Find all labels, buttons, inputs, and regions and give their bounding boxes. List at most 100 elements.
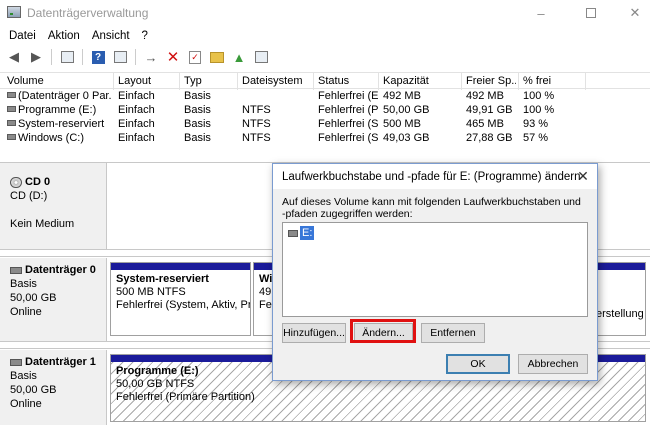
disk-name: Datenträger 0	[25, 264, 96, 276]
cell-prozent-frei: 100 %	[523, 104, 555, 116]
cell-freier-speicher: 465 MB	[466, 118, 504, 130]
title-bar: Datenträgerverwaltung – ✕	[0, 0, 650, 26]
properties-panel-icon[interactable]	[110, 47, 130, 67]
partition-status-tail: erstellung	[596, 308, 644, 320]
settings-icon[interactable]	[251, 47, 271, 67]
partition-title: System-reserviert	[116, 273, 209, 285]
back-arrow-icon[interactable]: ◀	[4, 47, 24, 67]
toolbar-separator	[135, 49, 136, 65]
maximize-button[interactable]	[568, 0, 614, 26]
menu-aktion[interactable]: Aktion	[43, 30, 85, 42]
drive-letter-list[interactable]: E:	[282, 222, 588, 317]
volume-list: Volume Layout Typ Dateisystem Status Kap…	[0, 72, 650, 145]
hard-disk-icon	[10, 266, 22, 274]
cell-dateisystem: NTFS	[242, 104, 271, 116]
dialog-close-button[interactable]: ✕	[575, 168, 591, 184]
disk-drive: CD (D:)	[10, 190, 48, 202]
table-row[interactable]: System-reserviert Einfach Basis NTFS Feh…	[0, 117, 650, 131]
cell-typ: Basis	[184, 90, 211, 102]
close-button[interactable]: ✕	[612, 0, 650, 26]
change-drive-letter-dialog: Laufwerkbuchstabe und -pfade für E: (Pro…	[272, 163, 598, 381]
toolbar: ◀ ▶ ? → ✕ ✓ ▲	[0, 46, 650, 68]
cell-status: Fehlerfrei (S...	[318, 132, 378, 144]
cell-layout: Einfach	[118, 90, 155, 102]
list-item[interactable]: E:	[288, 226, 315, 240]
partition-system-reserviert[interactable]: System-reserviert 500 MB NTFS Fehlerfrei…	[110, 262, 251, 336]
table-row[interactable]: Windows (C:) Einfach Basis NTFS Fehlerfr…	[0, 131, 650, 145]
cell-prozent-frei: 57 %	[523, 132, 549, 144]
cell-freier-speicher: 27,88 GB	[466, 132, 513, 144]
cell-status: Fehlerfrei (S...	[318, 118, 378, 130]
volume-list-header: Volume Layout Typ Dateisystem Status Kap…	[0, 72, 650, 90]
volume-icon	[7, 106, 16, 112]
disk-label-cd0[interactable]: CD 0 CD (D:) Kein Medium	[0, 163, 107, 249]
cancel-button[interactable]: Abbrechen	[518, 354, 588, 374]
properties-icon[interactable]	[57, 47, 77, 67]
col-prozent-frei[interactable]: % frei	[523, 75, 583, 87]
drive-icon	[288, 229, 298, 237]
col-volume[interactable]: Volume	[7, 75, 111, 87]
cell-typ: Basis	[184, 104, 211, 116]
remove-button[interactable]: Entfernen	[421, 323, 485, 343]
folder-up-icon[interactable]	[207, 47, 227, 67]
help-icon[interactable]: ?	[88, 47, 108, 67]
disk-name: Datenträger 1	[25, 356, 96, 368]
up-arrow-icon[interactable]: ▲	[229, 47, 249, 67]
cell-freier-speicher: 49,91 GB	[466, 104, 513, 116]
table-row[interactable]: (Datenträger 0 Par... Einfach Basis Fehl…	[0, 89, 650, 103]
partition-status: Fehlerfrei (System, Aktiv, Pri	[116, 299, 251, 311]
disk-label-disk1[interactable]: Datenträger 1 Basis 50,00 GB Online	[0, 350, 107, 425]
disk-state: Online	[10, 398, 42, 410]
dialog-title-bar[interactable]: Laufwerkbuchstabe und -pfade für E: (Pro…	[273, 164, 597, 189]
disk-type: Basis	[10, 278, 37, 290]
partition-size: 500 MB NTFS	[116, 286, 186, 298]
forward-arrow-icon[interactable]: ▶	[26, 47, 46, 67]
disk-size: 50,00 GB	[10, 384, 57, 396]
dialog-title: Laufwerkbuchstabe und -pfade für E: (Pro…	[282, 171, 581, 183]
connect-icon[interactable]: →	[141, 47, 161, 67]
partition-bar	[111, 263, 250, 270]
cell-layout: Einfach	[118, 132, 155, 144]
volume-icon	[7, 92, 16, 98]
disk-management-icon	[7, 6, 21, 18]
cell-volume: Windows (C:)	[18, 132, 85, 144]
cell-status: Fehlerfrei (E...	[318, 90, 378, 102]
volume-icon	[7, 120, 16, 126]
col-dateisystem[interactable]: Dateisystem	[242, 75, 312, 87]
cell-dateisystem: NTFS	[242, 118, 271, 130]
col-layout[interactable]: Layout	[118, 75, 178, 87]
cell-layout: Einfach	[118, 118, 155, 130]
delete-icon[interactable]: ✕	[163, 47, 183, 67]
cell-volume: (Datenträger 0 Par...	[18, 90, 111, 102]
col-freier-speicher[interactable]: Freier Sp...	[466, 75, 516, 87]
cell-volume: Programme (E:)	[18, 104, 97, 116]
col-typ[interactable]: Typ	[184, 75, 238, 87]
maximize-icon	[586, 8, 596, 18]
menu-ansicht[interactable]: Ansicht	[87, 30, 135, 42]
menu-datei[interactable]: Datei	[4, 30, 41, 42]
cell-dateisystem: NTFS	[242, 132, 271, 144]
disk-label-disk0[interactable]: Datenträger 0 Basis 50,00 GB Online	[0, 258, 107, 341]
cell-freier-speicher: 492 MB	[466, 90, 504, 102]
col-kapazitaet[interactable]: Kapazität	[383, 75, 461, 87]
cell-typ: Basis	[184, 132, 211, 144]
cell-prozent-frei: 93 %	[523, 118, 549, 130]
minimize-button[interactable]: –	[518, 0, 564, 26]
menu-bar: Datei Aktion Ansicht ?	[0, 26, 650, 45]
cell-typ: Basis	[184, 118, 211, 130]
cell-status: Fehlerfrei (P...	[318, 104, 378, 116]
toolbar-separator	[51, 49, 52, 65]
hard-disk-icon	[10, 358, 22, 366]
ok-button[interactable]: OK	[446, 354, 510, 374]
table-row[interactable]: Programme (E:) Einfach Basis NTFS Fehler…	[0, 103, 650, 117]
toolbar-separator	[82, 49, 83, 65]
volume-icon	[7, 134, 16, 140]
disk-name: CD 0	[25, 176, 51, 188]
dialog-description: Auf dieses Volume kann mit folgenden Lau…	[282, 196, 581, 220]
col-status[interactable]: Status	[318, 75, 378, 87]
check-icon[interactable]: ✓	[185, 47, 205, 67]
add-button[interactable]: Hinzufügen...	[282, 323, 346, 343]
menu-help[interactable]: ?	[137, 30, 153, 42]
cd-drive-icon	[10, 176, 22, 188]
cell-kapazitaet: 500 MB	[383, 118, 421, 130]
